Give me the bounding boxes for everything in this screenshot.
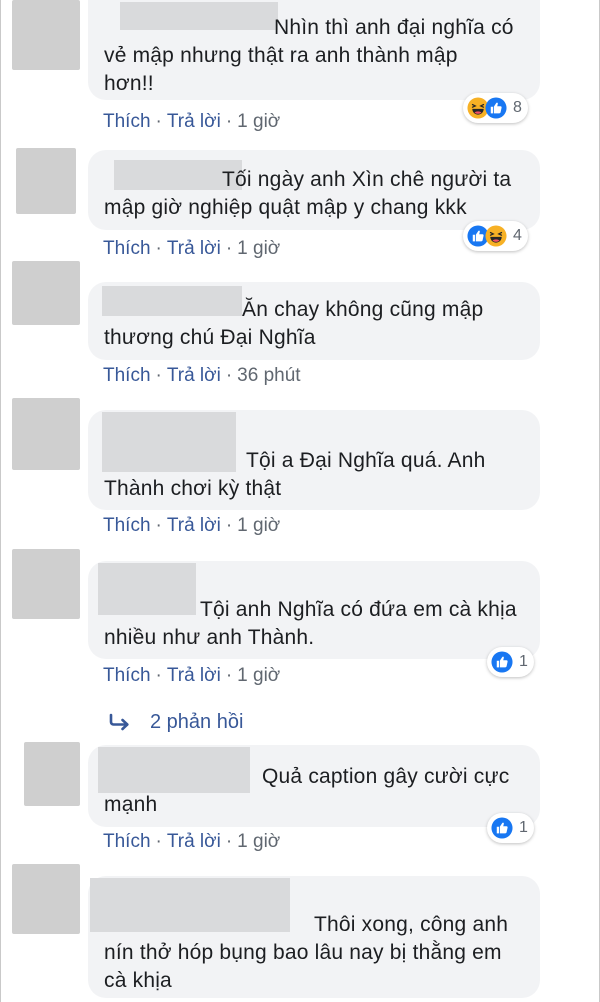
like-link[interactable]: Thích <box>103 831 151 852</box>
comment-time[interactable]: 1 giờ <box>237 111 280 132</box>
reaction-summary[interactable]: 8 <box>463 93 528 123</box>
avatar[interactable] <box>12 549 80 619</box>
comment-time[interactable]: 1 giờ <box>237 831 280 852</box>
comment-time[interactable]: 1 giờ <box>237 665 280 686</box>
avatar[interactable] <box>16 148 76 214</box>
like-link[interactable]: Thích <box>103 665 151 686</box>
reaction-summary[interactable]: 4 <box>463 221 528 251</box>
like-link[interactable]: Thích <box>103 515 151 536</box>
comment-text: Thôi xong, công anh nín thở hóp bụng bao… <box>104 913 509 992</box>
like-link[interactable]: Thích <box>103 238 151 259</box>
comment-time[interactable]: 36 phút <box>237 365 300 386</box>
comment-actions: Thích · Trả lời · 1 giờ <box>103 515 281 536</box>
reply-link[interactable]: Trả lời <box>167 238 221 259</box>
avatar[interactable] <box>12 0 80 70</box>
avatar[interactable] <box>12 261 80 325</box>
reaction-summary[interactable]: 1 <box>487 813 534 843</box>
reaction-summary[interactable]: 1 <box>487 647 534 677</box>
reply-link[interactable]: Trả lời <box>167 515 221 536</box>
comment-text: Tội anh Nghĩa có đứa em cà khịa nhiều nh… <box>104 598 517 649</box>
like-link[interactable]: Thích <box>103 111 151 132</box>
reply-arrow-icon <box>109 713 129 731</box>
reaction-count: 8 <box>513 99 522 116</box>
reply-link[interactable]: Trả lời <box>167 831 221 852</box>
comment-text: Ăn chay không cũng mập thương chú Đại Ng… <box>104 298 484 349</box>
comment-text: Tội a Đại Nghĩa quá. Anh Thành chơi kỳ t… <box>104 449 486 500</box>
like-icon <box>491 651 513 673</box>
comment-actions: Thích · Trả lời · 1 giờ <box>103 111 281 132</box>
comment-text: Quả caption gây cười cực mạnh <box>104 765 510 816</box>
reply-link[interactable]: Trả lời <box>167 111 221 132</box>
avatar[interactable] <box>12 398 80 470</box>
comment-actions: Thích · Trả lời · 36 phút <box>103 365 301 386</box>
reply-link[interactable]: Trả lời <box>167 365 221 386</box>
reaction-count: 1 <box>519 653 528 670</box>
haha-icon <box>485 225 507 247</box>
comment-time[interactable]: 1 giờ <box>237 515 280 536</box>
reaction-count: 4 <box>513 227 522 244</box>
like-link[interactable]: Thích <box>103 365 151 386</box>
replies-label[interactable]: 2 phản hồi <box>150 709 243 735</box>
comment-actions: Thích · Trả lời · 1 giờ <box>103 831 281 852</box>
comment-text: Nhìn thì anh đại nghĩa có vẻ mập nhưng t… <box>104 16 514 95</box>
like-icon <box>491 817 513 839</box>
like-icon <box>485 97 507 119</box>
avatar[interactable] <box>24 742 80 806</box>
reaction-count: 1 <box>519 819 528 836</box>
comment-actions: Thích · Trả lời · 1 giờ <box>103 238 281 259</box>
avatar[interactable] <box>12 864 80 934</box>
frame-left-border <box>0 0 1 1002</box>
view-replies-link[interactable]: 2 phản hồi <box>108 709 243 735</box>
comment-actions: Thích · Trả lời · 1 giờ <box>103 665 281 686</box>
comment-time[interactable]: 1 giờ <box>237 238 280 259</box>
reply-link[interactable]: Trả lời <box>167 665 221 686</box>
comment-text: Tối ngày anh Xìn chê người ta mập giờ ng… <box>104 168 512 219</box>
